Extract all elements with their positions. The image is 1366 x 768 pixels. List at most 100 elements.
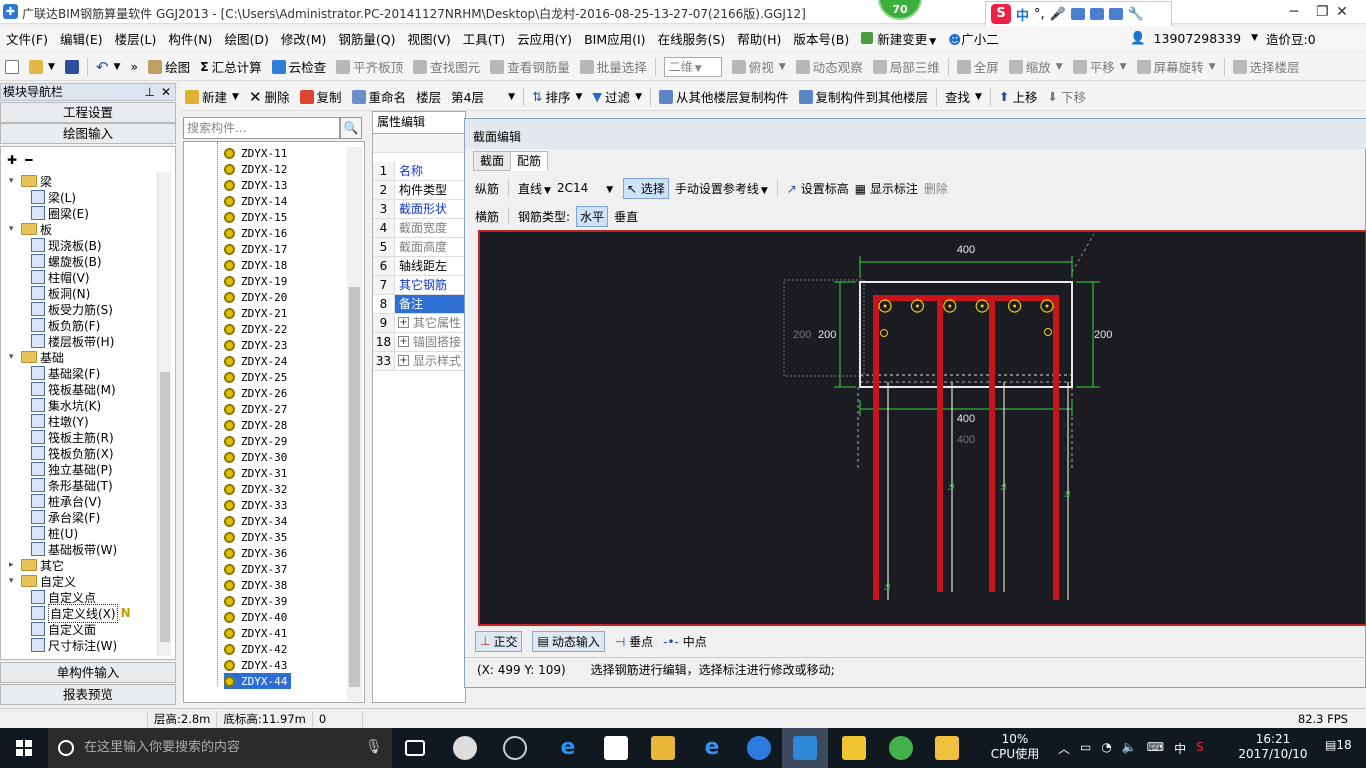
notification-center[interactable]: ▤18 xyxy=(1325,738,1352,752)
cpu-monitor[interactable]: 10% CPU使用 xyxy=(985,732,1045,762)
tree-item[interactable]: 柱墩(Y) xyxy=(31,413,89,429)
flush-top-button[interactable]: 平齐板顶 xyxy=(331,56,408,78)
menu-assistant[interactable]: ☻广小二 xyxy=(942,29,1005,48)
component-item[interactable]: ZDYX-20 xyxy=(224,289,287,305)
menu-version[interactable]: 版本号(B) xyxy=(787,29,855,48)
project-settings-button[interactable]: 工程设置 xyxy=(0,102,176,123)
ortho-button[interactable]: ⊥ 正交 xyxy=(475,630,523,652)
undo-icon[interactable]: ↶ ▼ xyxy=(91,56,126,78)
edge-icon[interactable]: e xyxy=(556,736,580,760)
nav-scrollbar[interactable] xyxy=(157,172,171,656)
close-icon[interactable]: ✕ xyxy=(161,84,171,100)
tree-item[interactable]: ▾ 梁 xyxy=(9,173,52,189)
component-scrollbar[interactable] xyxy=(347,147,362,701)
component-item[interactable]: ZDYX-33 xyxy=(224,497,287,513)
view-rebar-button[interactable]: 查看钢筋量 xyxy=(485,56,575,78)
copy-to-floor-button[interactable]: 复制构件到其他楼层 xyxy=(794,86,934,108)
report-preview-button[interactable]: 报表预览 xyxy=(0,684,176,705)
property-row[interactable]: 9 + 其它属性 xyxy=(373,314,465,333)
tree-item[interactable]: 圈梁(E) xyxy=(31,205,89,221)
tree-item[interactable]: ▾ 板 xyxy=(9,221,52,237)
property-row[interactable]: 2 构件类型 xyxy=(373,181,465,200)
pin-icon[interactable]: ⊥ xyxy=(145,84,155,100)
plan-view-button[interactable]: 俯视 ▼ xyxy=(727,56,791,78)
save-icon[interactable] xyxy=(60,56,84,78)
menu-bim[interactable]: BIM应用(I) xyxy=(578,29,652,48)
mic-icon[interactable]: 🎤 xyxy=(1050,7,1066,22)
component-item[interactable]: ZDYX-41 xyxy=(224,625,287,641)
dim-top-text[interactable]: 400 xyxy=(957,244,975,256)
component-item[interactable]: ZDYX-18 xyxy=(224,257,287,273)
tree-item[interactable]: 筏板主筋(R) xyxy=(31,429,114,445)
component-item[interactable]: ZDYX-19 xyxy=(224,273,287,289)
chevron-down-icon[interactable]: ▼ xyxy=(1251,33,1258,43)
keyboard-icon[interactable] xyxy=(1070,8,1085,20)
dim-bottom-text[interactable]: 400 xyxy=(957,413,975,425)
tree-item[interactable]: ▾ 基础 xyxy=(9,349,64,365)
property-row[interactable]: 18 + 锚固搭接 xyxy=(373,333,465,352)
drawing-input-button[interactable]: 绘图输入 xyxy=(0,123,176,144)
dynamic-input-button[interactable]: ▤ 动态输入 xyxy=(532,630,605,652)
new-file-icon[interactable] xyxy=(0,56,24,78)
property-row[interactable]: 6 轴线距左 xyxy=(373,257,465,276)
collapse-all-icon[interactable]: ━ xyxy=(25,153,32,167)
help-app-icon[interactable] xyxy=(842,736,866,760)
task-view-icon[interactable] xyxy=(405,740,425,756)
rebar-group[interactable] xyxy=(873,295,1059,600)
component-item[interactable]: ZDYX-26 xyxy=(224,385,287,401)
tree-item[interactable]: 条形基础(T) xyxy=(31,477,113,493)
mid-point-button[interactable]: -•- 中点 xyxy=(663,633,707,650)
tree-item[interactable]: ▾ 自定义 xyxy=(9,573,76,589)
select-button[interactable]: ↖ 选择 xyxy=(622,177,669,199)
chevron-down-icon[interactable]: ▾ xyxy=(9,224,18,234)
property-row[interactable]: 3 截面形状 xyxy=(373,200,465,219)
keyboard-icon[interactable]: ⌨ xyxy=(1147,740,1164,757)
menu-tools[interactable]: 工具(T) xyxy=(457,29,511,48)
move-down-button[interactable]: ⬇ 下移 xyxy=(1042,86,1091,108)
menu-component[interactable]: 构件(N) xyxy=(162,29,218,48)
tree-item[interactable]: 承台梁(F) xyxy=(31,509,100,525)
sum-button[interactable]: Σ 汇总计算 xyxy=(195,56,267,78)
zoom-button[interactable]: 缩放 ▼ xyxy=(1004,56,1068,78)
expand-icon[interactable]: + xyxy=(398,317,409,328)
tree-item[interactable]: 独立基础(P) xyxy=(31,461,113,477)
tree-item[interactable]: 筏板负筋(X) xyxy=(31,445,114,461)
skin-icon[interactable] xyxy=(1089,8,1104,20)
menu-help[interactable]: 帮助(H) xyxy=(731,29,787,48)
rebar-outer[interactable] xyxy=(873,295,1059,600)
component-item[interactable]: ZDYX-24 xyxy=(224,353,287,369)
property-row[interactable]: 7 其它钢筋 xyxy=(373,276,465,295)
component-item[interactable]: ZDYX-16 xyxy=(224,225,287,241)
tree-item[interactable]: 梁(L) xyxy=(31,189,76,205)
component-item[interactable]: ZDYX-14 xyxy=(224,193,287,209)
chevron-right-icon[interactable]: ▸ xyxy=(9,560,18,570)
sogou-tray-icon[interactable]: S xyxy=(1196,740,1204,757)
clock[interactable]: 16:21 2017/10/10 xyxy=(1238,732,1308,762)
property-row[interactable]: 33 + 显示样式 xyxy=(373,352,465,371)
expand-icon[interactable]: + xyxy=(398,336,409,347)
dim-right-text[interactable]: 200 xyxy=(1094,329,1112,341)
browser-g-icon[interactable] xyxy=(503,736,527,760)
component-scroll-thumb[interactable] xyxy=(349,287,360,687)
drawing-canvas[interactable]: 400 400 400 200 200 200 la la la la xyxy=(478,230,1366,626)
component-item[interactable]: ZDYX-37 xyxy=(224,561,287,577)
close-icon[interactable]: ✕ xyxy=(1322,2,1362,22)
property-row[interactable]: 8 备注 xyxy=(373,295,465,314)
tree-item[interactable]: 板洞(N) xyxy=(31,285,90,301)
perp-point-button[interactable]: ⊣ 垂点 xyxy=(615,633,653,650)
menu-rebar[interactable]: 钢筋量(Q) xyxy=(332,29,401,48)
rotate-button[interactable]: 屏幕旋转 ▼ xyxy=(1132,56,1221,78)
expand-icon[interactable]: + xyxy=(398,355,409,366)
component-item[interactable]: ZDYX-29 xyxy=(224,433,287,449)
tree-item[interactable]: 板负筋(F) xyxy=(31,317,100,333)
menu-floor[interactable]: 楼层(L) xyxy=(109,29,163,48)
ie-icon[interactable]: e xyxy=(700,736,724,760)
component-item[interactable]: ZDYX-44 xyxy=(224,673,292,689)
component-item[interactable]: ZDYX-32 xyxy=(224,481,287,497)
tree-item[interactable]: 基础板带(W) xyxy=(31,541,117,557)
component-item[interactable]: ZDYX-13 xyxy=(224,177,287,193)
property-row[interactable]: 1 名称 xyxy=(373,162,465,181)
component-item[interactable]: ZDYX-31 xyxy=(224,465,287,481)
component-item[interactable]: ZDYX-34 xyxy=(224,513,287,529)
wrench-icon[interactable]: 🔧 xyxy=(1128,7,1144,22)
